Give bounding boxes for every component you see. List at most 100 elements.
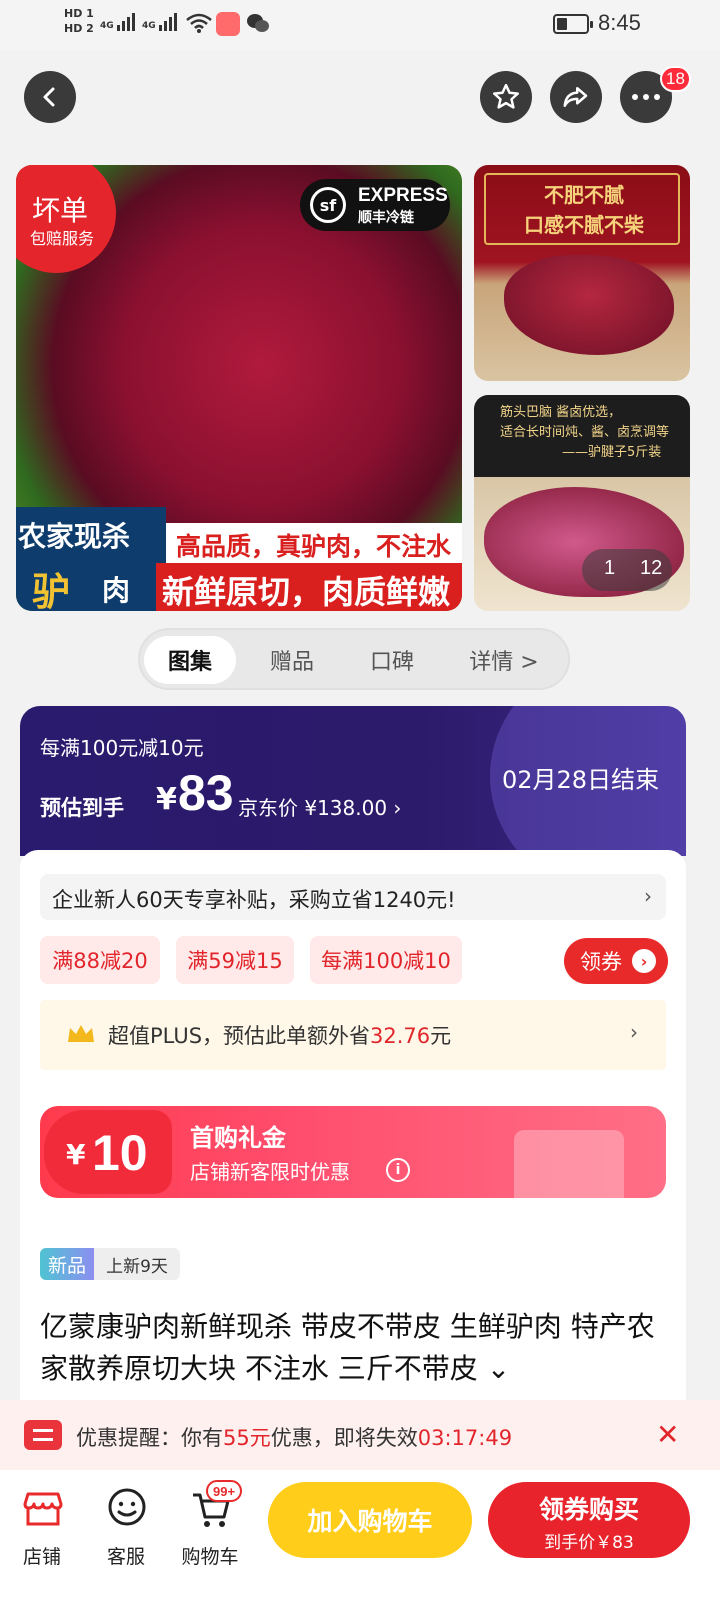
thumbnail-image-1[interactable]: 不肥不腻 口感不腻不柴: [474, 165, 690, 381]
nav-shop[interactable]: 店铺: [2, 1480, 82, 1570]
gift-title: 首购礼金: [190, 1124, 286, 1152]
back-button[interactable]: [24, 71, 76, 123]
close-icon[interactable]: ✕: [656, 1418, 679, 1451]
get-coupon-button[interactable]: 领券 ›: [564, 938, 668, 984]
buy-price: 到手价￥83: [544, 1533, 634, 1553]
reminder-amount: 55元: [223, 1426, 271, 1450]
tab-reviews[interactable]: 口碑: [348, 636, 436, 684]
plus-savings-text: 超值PLUS，预估此单额外省32.76元: [108, 1020, 451, 1050]
image-index: 1: [604, 557, 616, 579]
add-to-cart-button[interactable]: 加入购物车: [268, 1482, 472, 1558]
plus-suffix: 元: [430, 1024, 452, 1048]
thumbnail-2-line3: ——驴腱子5斤装: [562, 445, 662, 460]
thumbnail-1-line2: 口感不腻不柴: [524, 213, 644, 237]
first-purchase-gift-banner[interactable]: ¥ 10 首购礼金 店铺新客限时优惠 i: [40, 1106, 666, 1198]
buy-with-coupon-button[interactable]: 领券购买 到手价￥83: [488, 1482, 690, 1558]
image-total: 12: [640, 557, 663, 579]
estimate-label: 预估到手: [40, 796, 124, 820]
reminder-middle: 优惠，即将失效: [270, 1426, 418, 1450]
new-product-tag: 新品: [40, 1248, 94, 1280]
share-icon: [563, 87, 588, 107]
share-button[interactable]: [550, 71, 602, 123]
favorite-button[interactable]: [480, 71, 532, 123]
product-title[interactable]: 亿蒙康驴肉新鲜现杀 带皮不带皮 生鲜驴肉 特产农家散养原切大块 不注水 三斤不带…: [40, 1306, 670, 1390]
cart-count-badge: 99+: [206, 1480, 243, 1502]
thumbnail-2-line1: 筋头巴脑 酱卤优选，: [500, 405, 622, 420]
coupon-tag[interactable]: 满88减20: [40, 936, 160, 984]
star-icon: [493, 83, 519, 109]
tab-gifts[interactable]: 赠品: [248, 636, 336, 684]
buy-title: 领券购买: [538, 1495, 639, 1524]
sim1-label: HD 1: [64, 7, 94, 20]
plus-amount: 32.76: [370, 1024, 431, 1048]
farm-line2b: 肉: [102, 574, 131, 607]
thumbnail-image-2[interactable]: 筋头巴脑 酱卤优选， 适合长时间炖、酱、卤烹调等 ——驴腱子5斤装 1 12: [474, 395, 690, 611]
sim2-label: HD 2: [64, 22, 94, 35]
nav-shop-label: 店铺: [22, 1546, 61, 1568]
thumbnail-1-line1: 不肥不腻: [544, 183, 624, 207]
plus-prefix: 超值PLUS，预估此单额外省: [108, 1024, 371, 1048]
section-tabs: 图集 赠品 口碑 详情 >: [138, 628, 570, 690]
gift-box-icon: [514, 1130, 624, 1198]
nav-cart-label: 购物车: [181, 1546, 239, 1568]
jd-price-link[interactable]: 京东价 ¥138.00 ›: [238, 792, 401, 821]
chevron-left-icon: [43, 87, 55, 107]
crown-icon: [68, 1025, 94, 1042]
wechat-icon: [247, 14, 269, 32]
bad-order-badge: 坏单 包赔服务: [16, 165, 116, 273]
sim-indicator: HD 1 HD 2: [64, 6, 94, 36]
bad-order-subtitle: 包赔服务: [30, 229, 95, 248]
meat-photo: [504, 255, 674, 355]
promo-end-date: 02月28日结束: [502, 766, 660, 794]
fresh-strip: 新鲜原切，肉质鲜嫩: [156, 563, 462, 611]
battery-icon: [553, 14, 593, 34]
thumbnail-1-caption: 不肥不腻 口感不腻不柴: [484, 173, 680, 245]
offers-card: 企业新人60天专享补贴，采购立省1240元! › 满88减20 满59减15 每…: [20, 850, 686, 1410]
bad-order-title: 坏单: [32, 194, 89, 227]
gift-amount: 10: [92, 1125, 148, 1181]
wifi-icon: [186, 13, 212, 33]
sf-logo-icon: sf: [310, 187, 346, 223]
tab-gallery[interactable]: 图集: [144, 636, 236, 684]
customer-service-icon: [108, 1488, 146, 1526]
main-product-image[interactable]: 坏单 包赔服务 sf EXPRESS 顺丰冷链 农家现杀 驴 肉 高品质，真驴肉…: [16, 165, 462, 611]
farm-line2a: 驴: [32, 570, 71, 611]
new-user-subsidy-row[interactable]: 企业新人60天专享补贴，采购立省1240元! ›: [40, 874, 666, 920]
coupon-icon: [24, 1420, 62, 1450]
reminder-countdown: 03:17:49: [417, 1426, 513, 1450]
more-dots-icon: [632, 94, 660, 100]
clock: 8:45: [598, 10, 641, 35]
shopping-app-icon: [216, 12, 240, 36]
shop-icon: [23, 1492, 63, 1526]
chevron-right-icon: ›: [630, 1020, 638, 1044]
sf-cold-chain-label: 顺丰冷链: [358, 210, 414, 226]
get-coupon-label: 领券: [580, 950, 622, 974]
farm-label-block: 农家现杀 驴 肉: [16, 507, 166, 611]
coupon-tag[interactable]: 满59减15: [176, 936, 294, 984]
chevron-circle-icon: ›: [632, 949, 656, 973]
chevron-right-icon: ›: [644, 884, 652, 908]
quality-text: 高品质，真驴肉，不注水: [176, 532, 452, 561]
reminder-text: 优惠提醒：你有55元优惠，即将失效03:17:49: [76, 1422, 512, 1452]
signal-icon-2: 4G: [142, 13, 177, 31]
estimated-price: 83: [178, 765, 234, 821]
coupon-tag[interactable]: 每满100减10: [310, 936, 462, 984]
info-icon[interactable]: i: [386, 1158, 410, 1182]
fresh-text: 新鲜原切，肉质鲜嫩: [162, 573, 451, 611]
new-days-label: 上新9天: [94, 1248, 180, 1280]
tab-details[interactable]: 详情 >: [450, 636, 558, 684]
sf-express-label: EXPRESS: [358, 185, 448, 206]
plus-savings-row[interactable]: 超值PLUS，预估此单额外省32.76元 ›: [40, 1000, 666, 1070]
reminder-prefix: 优惠提醒：你有: [76, 1426, 223, 1450]
network-type-label-2: 4G: [142, 21, 156, 31]
image-counter: 1 12: [582, 549, 672, 591]
signal-icon: 4G: [100, 13, 135, 31]
status-bar: HD 1 HD 2 4G 4G 8:45: [0, 0, 720, 50]
quality-strip: 高品质，真驴肉，不注水: [166, 523, 462, 563]
image-caption-band: 农家现杀 驴 肉 高品质，真驴肉，不注水 新鲜原切，肉质鲜嫩: [16, 507, 462, 611]
product-gallery: 坏单 包赔服务 sf EXPRESS 顺丰冷链 农家现杀 驴 肉 高品质，真驴肉…: [0, 165, 720, 613]
gift-subtitle: 店铺新客限时优惠: [190, 1160, 350, 1184]
nav-service-label: 客服: [106, 1546, 145, 1568]
gift-amount-block: ¥ 10: [44, 1110, 172, 1194]
nav-service[interactable]: 客服: [86, 1480, 166, 1570]
